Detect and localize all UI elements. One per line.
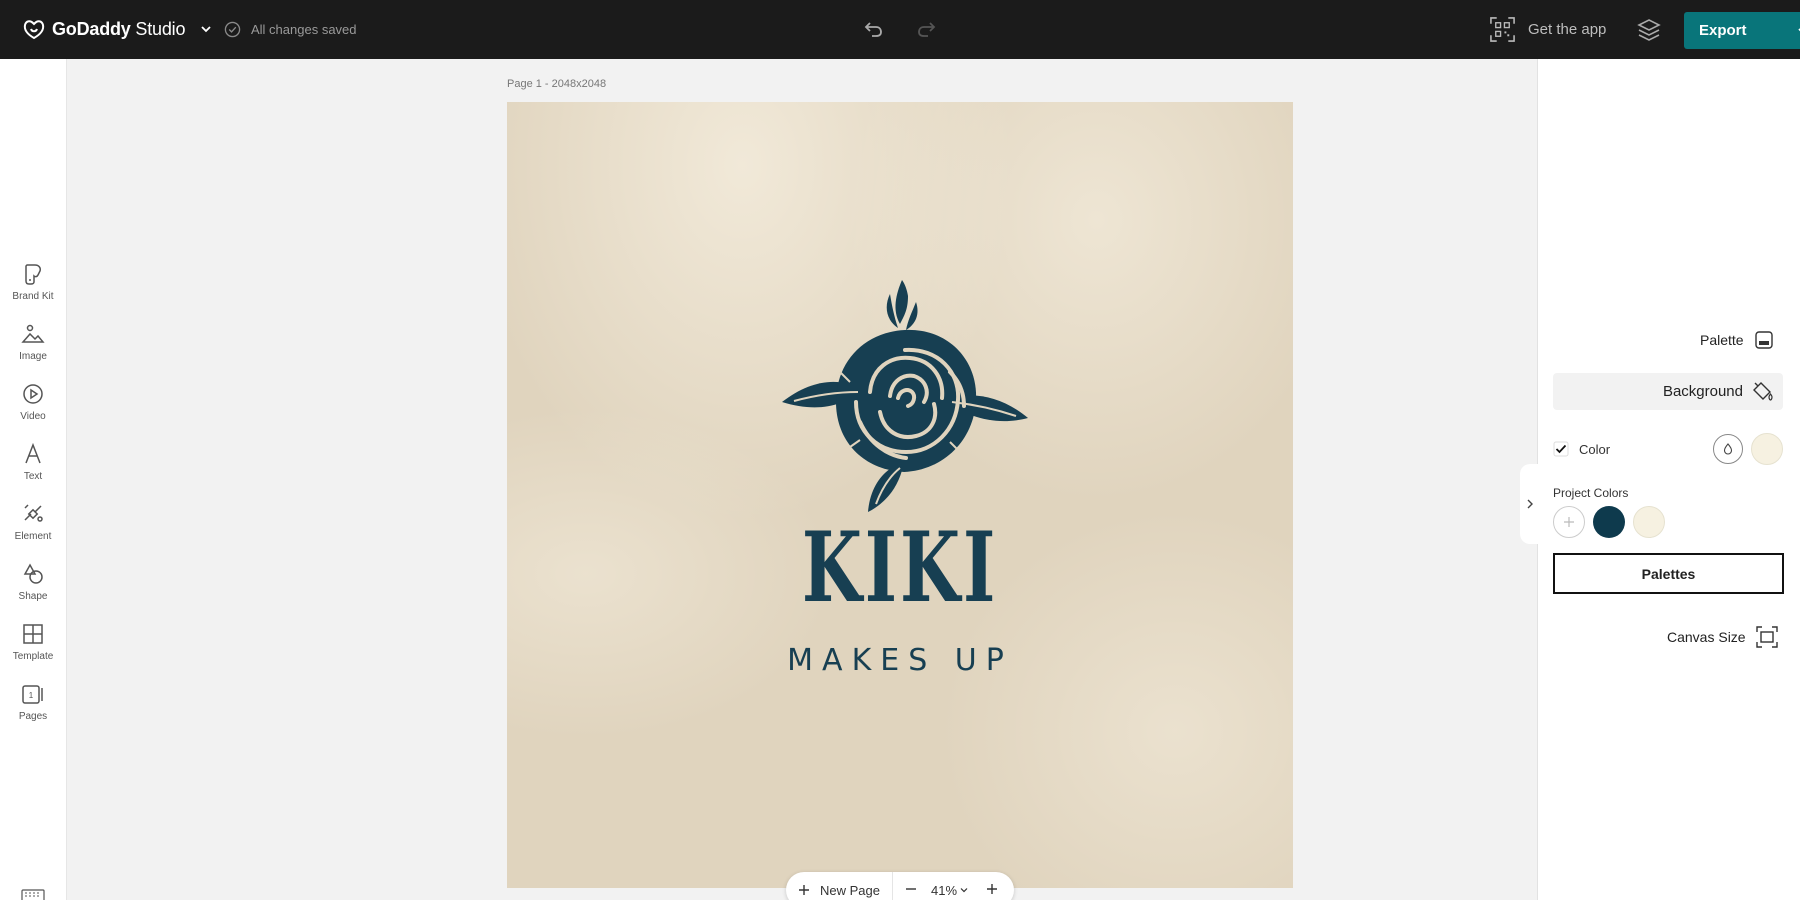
left-toolbar: Brand Kit Image Video Text Element Shape… <box>0 59 67 900</box>
image-icon <box>21 324 45 343</box>
color-checkbox[interactable] <box>1553 441 1569 457</box>
save-status-text: All changes saved <box>251 22 357 37</box>
brand-name: GoDaddy Studio <box>52 18 186 39</box>
sidebar-item-video[interactable]: Video <box>0 382 66 438</box>
redo-icon <box>918 22 936 37</box>
sidebar-item-label: Video <box>20 411 46 422</box>
layers-icon[interactable] <box>1636 17 1662 43</box>
headline-text[interactable]: KIKI <box>617 520 1183 616</box>
sidebar-item-label: Text <box>23 471 43 482</box>
properties-panel <box>1537 59 1800 900</box>
qr-code-icon <box>1490 17 1515 42</box>
project-colors <box>1553 506 1665 538</box>
sidebar-item-shape[interactable]: Shape <box>0 562 66 618</box>
page-label: Page 1 - 2048x2048 <box>507 78 607 90</box>
svg-text:1: 1 <box>29 691 34 700</box>
chevron-down-icon <box>201 26 211 33</box>
pages-icon: 1 <box>22 685 43 704</box>
design-canvas[interactable]: KIKI MAKES UP <box>507 102 1293 888</box>
canvas-size-label: Canvas Size <box>1667 629 1746 645</box>
text-icon <box>25 442 41 464</box>
rose-illustration[interactable] <box>780 272 1030 522</box>
project-colors-label: Project Colors <box>1553 486 1629 500</box>
sidebar-item-label: Pages <box>18 711 48 722</box>
color-picker-button[interactable] <box>1713 434 1743 464</box>
panel-collapse-button[interactable] <box>1520 464 1540 544</box>
sidebar-item-label: Element <box>14 531 52 542</box>
sidebar-item-element[interactable]: Element <box>0 502 66 558</box>
new-page-label: New Page <box>820 882 880 898</box>
godaddy-logo-icon <box>23 20 45 40</box>
brand-kit-icon <box>25 264 41 285</box>
add-color-button[interactable] <box>1553 506 1585 538</box>
color-row: Color <box>1553 433 1783 465</box>
plus-icon <box>1564 517 1574 527</box>
minus-icon <box>905 887 916 890</box>
undo-icon <box>864 22 882 37</box>
tagline-text[interactable]: MAKES UP <box>507 646 1293 676</box>
get-the-app-button[interactable]: Get the app <box>1489 16 1606 43</box>
sidebar-item-label: Shape <box>18 591 48 602</box>
color-label: Color <box>1579 441 1611 457</box>
undo-button[interactable] <box>861 16 887 42</box>
project-color-swatch[interactable] <box>1633 506 1665 538</box>
palettes-button[interactable]: Palettes <box>1553 553 1784 594</box>
zoom-level: 41% <box>930 882 958 898</box>
brand-menu[interactable]: GoDaddy Studio <box>22 17 213 41</box>
project-color-swatch[interactable] <box>1593 506 1625 538</box>
chevron-down-icon <box>1798 28 1800 32</box>
sidebar-item-label: Brand Kit <box>12 291 54 302</box>
paint-bucket-icon <box>1753 381 1773 401</box>
new-page-button[interactable]: New Page <box>786 872 893 900</box>
save-status: All changes saved <box>224 21 357 38</box>
background-label: Background <box>1662 383 1743 400</box>
template-icon <box>23 624 43 644</box>
sidebar-item-template[interactable]: Template <box>0 622 66 678</box>
droplet-icon <box>1723 443 1733 455</box>
sidebar-item-text[interactable]: Text <box>0 442 66 498</box>
top-bar: GoDaddy Studio All changes saved Get the… <box>0 0 1800 59</box>
zoom-level-dropdown[interactable]: 41% <box>931 883 968 898</box>
sidebar-item-pages[interactable]: 1 Pages <box>0 682 66 738</box>
page-zoom-bar: New Page 41% <box>786 872 1014 900</box>
palette-icon <box>1754 331 1773 349</box>
export-button[interactable]: Export <box>1684 12 1800 49</box>
check-circle-icon <box>224 21 241 38</box>
chevron-down-icon <box>960 888 968 893</box>
palette-button[interactable]: Palette <box>1700 330 1774 350</box>
sidebar-item-label: Image <box>19 351 47 362</box>
plus-icon <box>987 883 998 894</box>
shape-icon <box>23 563 43 584</box>
palette-label: Palette <box>1700 332 1744 348</box>
zoom-in-button[interactable] <box>986 883 998 898</box>
current-color-swatch[interactable] <box>1751 433 1783 465</box>
plus-icon <box>799 885 809 895</box>
zoom-out-button[interactable] <box>905 883 917 898</box>
element-icon <box>24 504 43 522</box>
resize-icon <box>1755 626 1778 648</box>
keyboard-shortcuts-icon[interactable] <box>21 889 45 900</box>
canvas-size-button[interactable]: Canvas Size <box>1667 626 1778 648</box>
background-button[interactable]: Background <box>1553 373 1783 410</box>
export-label: Export <box>1699 22 1747 39</box>
redo-button[interactable] <box>913 16 939 42</box>
sidebar-item-brand-kit[interactable]: Brand Kit <box>0 262 66 318</box>
get-the-app-label: Get the app <box>1528 21 1607 38</box>
chevron-right-icon <box>1527 499 1533 509</box>
sidebar-item-image[interactable]: Image <box>0 322 66 378</box>
sidebar-item-label: Template <box>12 651 54 662</box>
video-icon <box>23 384 43 404</box>
